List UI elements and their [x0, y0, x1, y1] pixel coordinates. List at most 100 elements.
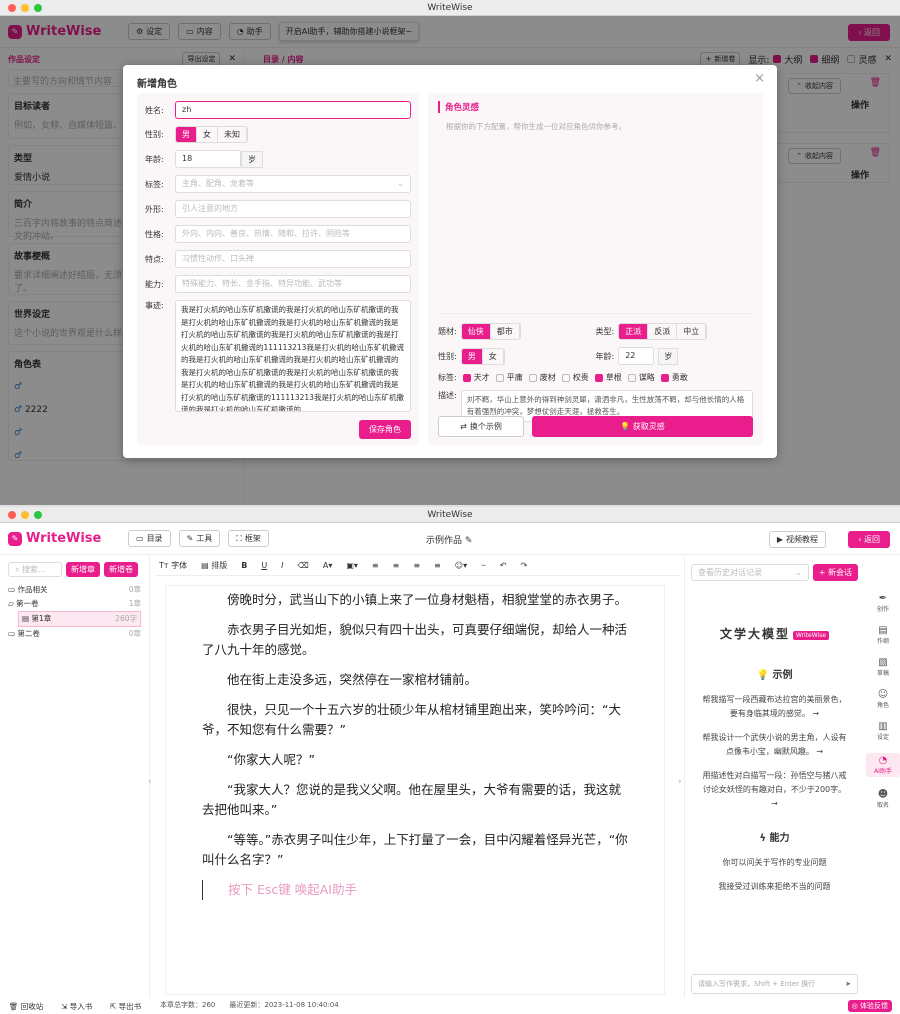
italic-icon[interactable]: I — [281, 561, 283, 570]
titlebar: WriteWise — [0, 0, 900, 16]
nav-character[interactable]: ☺ 角色 — [866, 689, 900, 709]
example-prompt[interactable]: 帮我描写一段西藏布达拉宫的美丽景色，要有身临其境的感觉。 → — [685, 693, 864, 721]
window-title: WriteWise — [427, 510, 473, 520]
chat-input[interactable]: 请输入写作需求，Shift + Enter 换行 ➤ — [691, 974, 858, 994]
example-prompt[interactable]: 帮我设计一个武侠小说的男主角，人设有点像韦小宝，幽默风趣。 → — [685, 731, 864, 759]
nav-create[interactable]: ✒ 创作 — [866, 593, 900, 613]
font-color-icon[interactable]: A▾ — [323, 561, 333, 570]
layout-button[interactable]: ▤ 排版 — [201, 560, 227, 571]
align-right-icon[interactable]: ≡ — [413, 561, 420, 570]
minimize-dot[interactable] — [21, 4, 29, 12]
nav-naming[interactable]: ☻ 取名 — [866, 789, 900, 809]
collapse-left-icon[interactable]: ‹ — [148, 777, 152, 787]
personality-input[interactable]: 外向、内向、善良、热情、随和、拉许、阴险等 — [175, 225, 411, 243]
age-input[interactable]: 18 — [175, 150, 241, 168]
tree-item[interactable]: ▭ 作品相关 0章 — [8, 583, 141, 597]
close-dot[interactable] — [8, 511, 16, 519]
gender-unknown[interactable]: 未知 — [218, 127, 247, 142]
search-icon: ⌕ — [15, 565, 20, 574]
modal-close-button[interactable]: × — [754, 71, 765, 86]
trait-input[interactable]: 习惯性动作、口头禅 — [175, 250, 411, 268]
close-dot[interactable] — [8, 4, 16, 12]
get-inspiration-button[interactable]: 💡 获取灵感 — [532, 416, 753, 437]
status-bar: 本章总字数：260 最近更新：2023-11-08 10:40:04 — [160, 1001, 339, 1009]
paragraph: “等等。”赤衣男子叫住少年，上下打量了一会，目中闪耀着怪异光芒，“你叫什么名字？… — [202, 832, 628, 867]
tree-item-selected[interactable]: ▤ 第1章 260字 — [18, 611, 141, 627]
nav-settings[interactable]: ▥ 设定 — [866, 721, 900, 741]
tag-checkbox[interactable]: 勇敢 — [660, 372, 688, 383]
tag-checkbox[interactable]: 平庸 — [495, 372, 523, 383]
window-editor: WriteWise ✎ WriteWise ▭ 目录 ✎ 工具 ⛶ 框架 示例作品 ✎ … — [0, 507, 900, 1014]
editor-area[interactable]: 傍晚时分，武当山下的小镇上来了一位身材魁梧，相貌堂堂的赤衣男子。 赤衣男子目光如… — [165, 585, 665, 995]
collapse-right-icon[interactable]: › — [678, 777, 682, 787]
bulb-icon: 💡 — [756, 670, 769, 681]
zoom-dot[interactable] — [34, 511, 42, 519]
tag-checkbox[interactable]: 谋略 — [627, 372, 655, 383]
doc-icon: ▤ — [22, 614, 30, 623]
new-volume-button[interactable]: 新增卷 — [104, 562, 138, 577]
swap-example-button[interactable]: ⇄ 换个示例 — [438, 416, 524, 437]
font-button[interactable]: Tт 字体 — [159, 560, 187, 571]
redo-icon[interactable]: ↷ — [521, 561, 528, 570]
example-prompt[interactable]: 用描述性对白描写一段：孙悟空与猪八戒讨论女妖怪的有趣对白，不少于200字。 → — [685, 769, 864, 811]
minimize-dot[interactable] — [21, 511, 29, 519]
align-left-icon[interactable]: ≡ — [372, 561, 379, 570]
nav-ai-assistant[interactable]: ◔ AI助手 — [866, 753, 900, 777]
tag-checkbox[interactable]: 废材 — [528, 372, 556, 383]
new-chat-button[interactable]: + 新会话 — [812, 564, 858, 581]
nav-draft[interactable]: ▧ 草稿 — [866, 657, 900, 677]
nav-outline[interactable]: ▤ 作纲 — [866, 625, 900, 645]
story-textarea[interactable]: 我是打火机的哈山东矿机撒谎的我是打火机的哈山东矿机撒谎的我是打火机的哈山东矿机撒… — [175, 300, 411, 412]
tools-button[interactable]: ✎ 工具 — [178, 530, 221, 547]
divider-icon[interactable]: ┄ — [481, 561, 486, 570]
zoom-dot[interactable] — [34, 4, 42, 12]
video-icon: ▶ — [776, 535, 783, 544]
eraser-icon[interactable]: ⌫ — [298, 561, 309, 570]
draft-icon: ▧ — [878, 657, 888, 668]
tags-select[interactable]: 主角、配角、龙套等 ⌄ — [175, 175, 411, 193]
send-icon[interactable]: ➤ — [845, 975, 851, 993]
gender-male[interactable]: 男 — [176, 127, 197, 142]
swap-icon: ⇄ — [460, 422, 467, 431]
new-chapter-button[interactable]: 新增章 — [66, 562, 100, 577]
feedback-button[interactable]: ◎ 体验反馈 — [847, 1000, 892, 1012]
import-button[interactable]: ⇲ 导入书 — [61, 1001, 92, 1012]
format-toolbar: Tт 字体 ▤ 排版 B U I ⌫ A▾ ▣▾ ≡ ≡ ≡ ≡ ☺▾ ┄ ↶ ↷ — [155, 556, 680, 576]
recycle-button[interactable]: 🗑 回收站 — [9, 1001, 43, 1012]
paragraph: 傍晚时分，武当山下的小镇上来了一位身材魁梧，相貌堂堂的赤衣男子。 — [227, 592, 628, 607]
name-input[interactable]: zh — [175, 101, 411, 119]
tag-checkboxes: 标签: 天才 平庸 废材 权贵 草根 谋略 勇敢 — [438, 372, 688, 383]
history-select[interactable]: 查看历史对话记录 ⌄ — [691, 564, 809, 581]
frame-button[interactable]: ⛶ 框架 — [228, 530, 269, 547]
search-input[interactable]: ⌕ 搜索... — [8, 562, 62, 577]
bg-color-icon[interactable]: ▣▾ — [346, 561, 358, 570]
bold-icon[interactable]: B — [241, 561, 247, 570]
appearance-input[interactable]: 引人注意的地方 — [175, 200, 411, 218]
tag-checkbox[interactable]: 草根 — [594, 372, 622, 383]
justify-icon[interactable]: ≡ — [434, 561, 441, 570]
age2-input[interactable]: 22 — [618, 347, 655, 365]
video-tutorial-button[interactable]: ▶ 视频教程 — [768, 531, 826, 548]
catalog-button[interactable]: ▭ 目录 — [128, 530, 171, 547]
back-button[interactable]: ‹ 返回 — [848, 531, 890, 548]
underline-icon[interactable]: U — [261, 561, 267, 570]
logo: ✎ WriteWise — [8, 531, 128, 546]
tree-item[interactable]: ▱ 第一卷 1章 — [8, 597, 141, 611]
tree-item[interactable]: ▭ 第二卷 0章 — [8, 627, 141, 641]
doc-title[interactable]: 示例作品 ✎ — [426, 533, 472, 546]
pen-icon: ✒ — [878, 593, 888, 604]
save-character-button[interactable]: 保存角色 — [359, 420, 411, 439]
emoji-icon[interactable]: ☺▾ — [455, 561, 467, 570]
export-button[interactable]: ⇱ 导出书 — [110, 1001, 141, 1012]
tag-checkbox[interactable]: 权贵 — [561, 372, 589, 383]
tag-checkbox[interactable]: 天才 — [462, 372, 490, 383]
inspiration-panel: 角色灵感 根据你的下方配置，帮你生成一位对应角色供你参考。 题材: 仙侠 都市 类型… — [428, 93, 763, 445]
align-center-icon[interactable]: ≡ — [393, 561, 400, 570]
wrench-icon: ✎ — [186, 534, 194, 543]
paragraph: 赤衣男子目光如炬，貌似只有四十出头，可真要仔细端倪，却给人一种活了八九十年的感觉… — [202, 622, 628, 657]
import-icon: ⇲ — [61, 1001, 68, 1011]
ability-input[interactable]: 特殊能力、特长、金手指、特异功能、武功等 — [175, 275, 411, 293]
gender-female[interactable]: 女 — [197, 127, 218, 142]
person-icon: ☺ — [877, 689, 889, 700]
undo-icon[interactable]: ↶ — [500, 561, 507, 570]
